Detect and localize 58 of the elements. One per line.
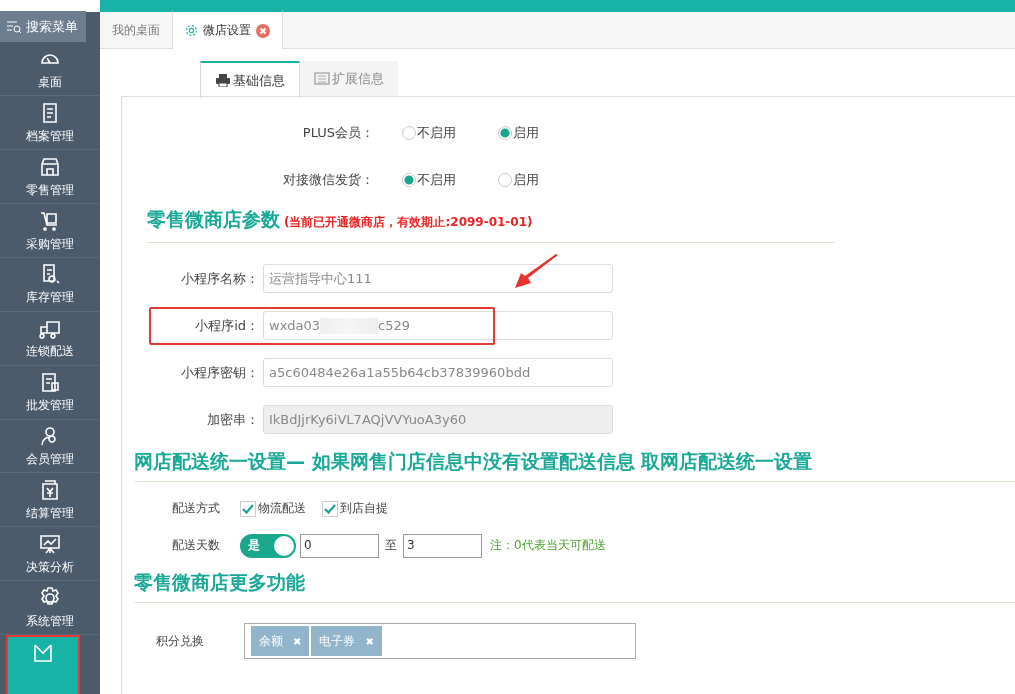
tag: 电子券 ✖ <box>311 626 382 656</box>
sidebar-item[interactable]: 会员管理 <box>0 419 100 474</box>
field-label: 小程序密钥： <box>180 363 259 382</box>
radio-button[interactable] <box>498 125 512 140</box>
field-label: 配送方式 <box>172 500 221 517</box>
tab[interactable]: 微店设置 <box>172 10 283 49</box>
checkbox-option[interactable]: 物流配送 <box>240 500 306 517</box>
field-label: 对接微信发货： <box>282 170 375 189</box>
sidebar-item[interactable]: 连锁配送 <box>0 311 100 366</box>
section-title: 网店配送统一设置— 如果网售门店信息中没有设置配送信息 取网店配送统一设置 <box>134 449 813 474</box>
sidebar-item[interactable]: 桌面 <box>0 42 100 97</box>
radio-option[interactable]: 启用 <box>498 170 594 189</box>
validity-note: (当前已开通微商店，有效期止:2099-01-01) <box>284 214 533 231</box>
search-menu-icon <box>6 19 22 34</box>
annotation-arrow <box>514 254 560 290</box>
radio-button[interactable] <box>402 172 416 187</box>
search-menu-button[interactable]: 搜索菜单 <box>0 11 86 43</box>
field-label: 加密串： <box>206 410 259 429</box>
input-field[interactable]: 0 <box>300 533 379 558</box>
switch-knob-icon <box>274 535 294 556</box>
sidebar-item[interactable] <box>6 635 80 694</box>
hint-note: 注：0代表当天可配送 <box>490 537 606 554</box>
gear-icon <box>185 24 198 37</box>
checkbox-option[interactable]: 到店自提 <box>322 500 388 517</box>
checkbox[interactable] <box>240 500 256 517</box>
field-label: 积分兑换 <box>156 632 205 650</box>
radio-option[interactable]: 不启用 <box>402 170 498 189</box>
sidebar-item[interactable]: 结算管理 <box>0 473 100 528</box>
section-title: 零售微商店更多功能 <box>134 570 305 595</box>
range-separator: 至 <box>385 537 397 554</box>
radio-option[interactable]: 启用 <box>498 123 594 142</box>
sidebar-item[interactable]: 批发管理 <box>0 365 100 420</box>
input-field[interactable]: 3 <box>403 533 482 558</box>
checkbox[interactable] <box>322 500 338 517</box>
section-title: 零售微商店参数 <box>147 207 280 232</box>
field-label: 小程序id： <box>194 316 259 335</box>
close-icon[interactable] <box>256 23 270 38</box>
sidebar-item[interactable]: 档案管理 <box>0 96 100 151</box>
sidebar-item[interactable]: 决策分析 <box>0 527 100 582</box>
tab[interactable]: 基础信息 <box>200 61 300 98</box>
tab[interactable]: 我的桌面 <box>100 12 172 48</box>
radio-option[interactable]: 不启用 <box>402 123 498 142</box>
input-field[interactable]: a5c60484e26a1a55b64cb37839960bdd <box>263 358 613 387</box>
sidebar-item[interactable]: 库存管理 <box>0 258 100 312</box>
field-label: 小程序名称： <box>180 269 259 288</box>
field-label: 配送天数 <box>172 537 221 554</box>
radio-button[interactable] <box>402 125 416 140</box>
radio-button[interactable] <box>498 172 512 187</box>
check-icon <box>242 503 254 514</box>
input-field[interactable]: 运营指导中心111 <box>263 264 613 293</box>
sidebar-item[interactable]: 零售管理 <box>0 150 100 205</box>
list-icon <box>314 72 330 85</box>
field-label: PLUS会员： <box>301 123 375 142</box>
check-icon <box>324 503 336 514</box>
printer-icon <box>215 74 231 87</box>
sidebar-item[interactable]: 采购管理 <box>0 204 100 258</box>
input-field[interactable]: wxda03 c529 <box>263 311 613 340</box>
tag: 余额 ✖ <box>251 626 310 656</box>
